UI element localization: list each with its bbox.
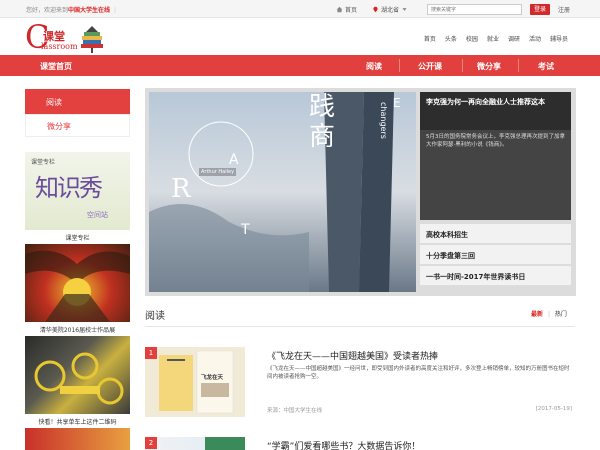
column-image: 课堂专栏 知识秀 空间站 <box>25 152 130 230</box>
sidebar-item-micro-share[interactable]: 微分享 <box>25 114 130 137</box>
article-title[interactable]: 《飞龙在天——中国翅越美国》受读者热捧 <box>267 349 438 362</box>
sidebar-card-exhibition[interactable]: 清华美院2016届校士作品展 <box>25 244 130 334</box>
bike-wheel-icon <box>34 352 124 405</box>
tab-divider: | <box>547 311 550 318</box>
header-nav-item[interactable]: 首页 <box>424 34 436 43</box>
welcome-text: 您好，欢迎来到中国大学生在线 | <box>26 7 117 14</box>
location-selector[interactable]: 湖北省 <box>372 5 408 14</box>
book-thumbnail-art <box>145 347 245 417</box>
sidebar-card-column[interactable]: 课堂专栏 知识秀 空间站 课堂专栏 <box>25 152 130 242</box>
header-nav-item[interactable]: 就业 <box>487 34 499 43</box>
logo-lassroom: lassroom <box>41 42 78 51</box>
main-nav: 课堂首页 阅读 公开课 微分享 考试 <box>0 55 600 76</box>
nav-exam[interactable]: 考试 <box>538 61 554 72</box>
article-title[interactable]: “学霸”们爱看哪些书？大数据告诉你！ <box>267 439 420 450</box>
login-button[interactable]: 登录 <box>530 4 550 15</box>
tab-popular[interactable]: 热门 <box>555 311 567 318</box>
bikes-caption: 快看！共享单车上这件二维码 <box>38 419 117 426</box>
sidebar-card-bikes[interactable]: 快看！共享单车上这件二维码 <box>25 336 130 426</box>
tab-latest[interactable]: 最新 <box>531 311 543 318</box>
sidebar-item-reading[interactable]: 阅读 <box>25 89 130 114</box>
nav-classroom-home[interactable]: 课堂首页 <box>40 61 72 72</box>
exhibition-image <box>25 244 130 322</box>
article-rank: 2 <box>145 437 157 449</box>
slide-list-item[interactable]: 高校本科招生 <box>420 224 571 244</box>
slide-list-item[interactable]: 一书一时间-2017年世界读书日 <box>420 266 571 286</box>
header-nav-item[interactable]: 辅导员 <box>550 34 568 43</box>
nav-open-course[interactable]: 公开课 <box>418 61 442 72</box>
header-nav-item[interactable]: 头条 <box>445 34 457 43</box>
exhibition-caption: 清华美院2016届校士作品展 <box>39 327 116 334</box>
nav-divider <box>462 59 463 72</box>
location-pin-icon <box>373 6 378 13</box>
slide-list-item[interactable]: 十分季盘第三回 <box>420 245 571 265</box>
nav-reading[interactable]: 阅读 <box>366 61 382 72</box>
nav-divider <box>399 59 400 72</box>
slide-description: 5月3日的国务院常务会议上，李克强总理再次提到了加拿大作家阿瑟·黑利的小说《钱商… <box>420 130 571 220</box>
register-link[interactable]: 注册 <box>558 5 570 14</box>
article-date: [2017-05-19] <box>535 406 572 412</box>
article-rank: 1 <box>145 347 157 359</box>
nav-divider <box>518 59 519 72</box>
sidebar-card-next[interactable] <box>25 428 130 450</box>
slideshow-image[interactable]: R A T E 践商 changers Arthur Hailey <box>149 92 416 292</box>
book-cover-title: 飞龙在天 <box>201 375 224 381</box>
books-logo-icon <box>81 26 103 53</box>
header-nav-item[interactable]: 活动 <box>529 34 541 43</box>
slide-title[interactable]: 李克强为何一再向全融业人士推荐这本 <box>420 92 571 130</box>
article-thumbnail[interactable]: 飞龙在天 <box>145 347 245 417</box>
header-nav-item[interactable]: 调研 <box>508 34 520 43</box>
chevron-down-icon <box>402 8 407 11</box>
section-divider <box>145 326 575 327</box>
column-caption: 课堂专栏 <box>65 235 90 242</box>
bikes-image <box>25 336 130 414</box>
article-summary: 《飞龙在天——中国超越美国》一经问世，即受到国内外读者的高度关注和好评，多次登上… <box>267 366 570 380</box>
list-item[interactable]: 2 “学霸”们爱看哪些书？大数据告诉你！ <box>145 437 575 450</box>
article-thumbnail[interactable] <box>145 437 245 450</box>
section-title-reading: 阅读 <box>145 311 165 322</box>
header-nav-item[interactable]: 校园 <box>466 34 478 43</box>
sort-tabs: 最新 | 热门 <box>531 309 567 318</box>
nav-micro-share[interactable]: 微分享 <box>477 61 501 72</box>
list-item[interactable]: 1 飞龙在天 《飞龙在天——中国翅越美国》受读者热捧 《飞龙在天——中国超越美国… <box>145 347 575 419</box>
home-icon <box>336 6 343 13</box>
exhibition-art-icon <box>25 250 130 322</box>
site-name-link[interactable]: 中国大学生在线 <box>68 7 110 14</box>
header-nav: 首页 头条 校园 就业 调研 活动 辅导员 <box>424 34 568 43</box>
home-link[interactable]: 首页 <box>336 5 357 14</box>
search-input[interactable] <box>427 4 522 15</box>
author-badge: Arthur Hailey <box>199 168 237 176</box>
article-source: 来源：中国大学生在线 <box>267 408 323 414</box>
top-bar: 您好，欢迎来到中国大学生在线| 首页 湖北省 登录 注册 <box>0 0 600 18</box>
welcome-label: 您好，欢迎来到 <box>26 7 69 14</box>
